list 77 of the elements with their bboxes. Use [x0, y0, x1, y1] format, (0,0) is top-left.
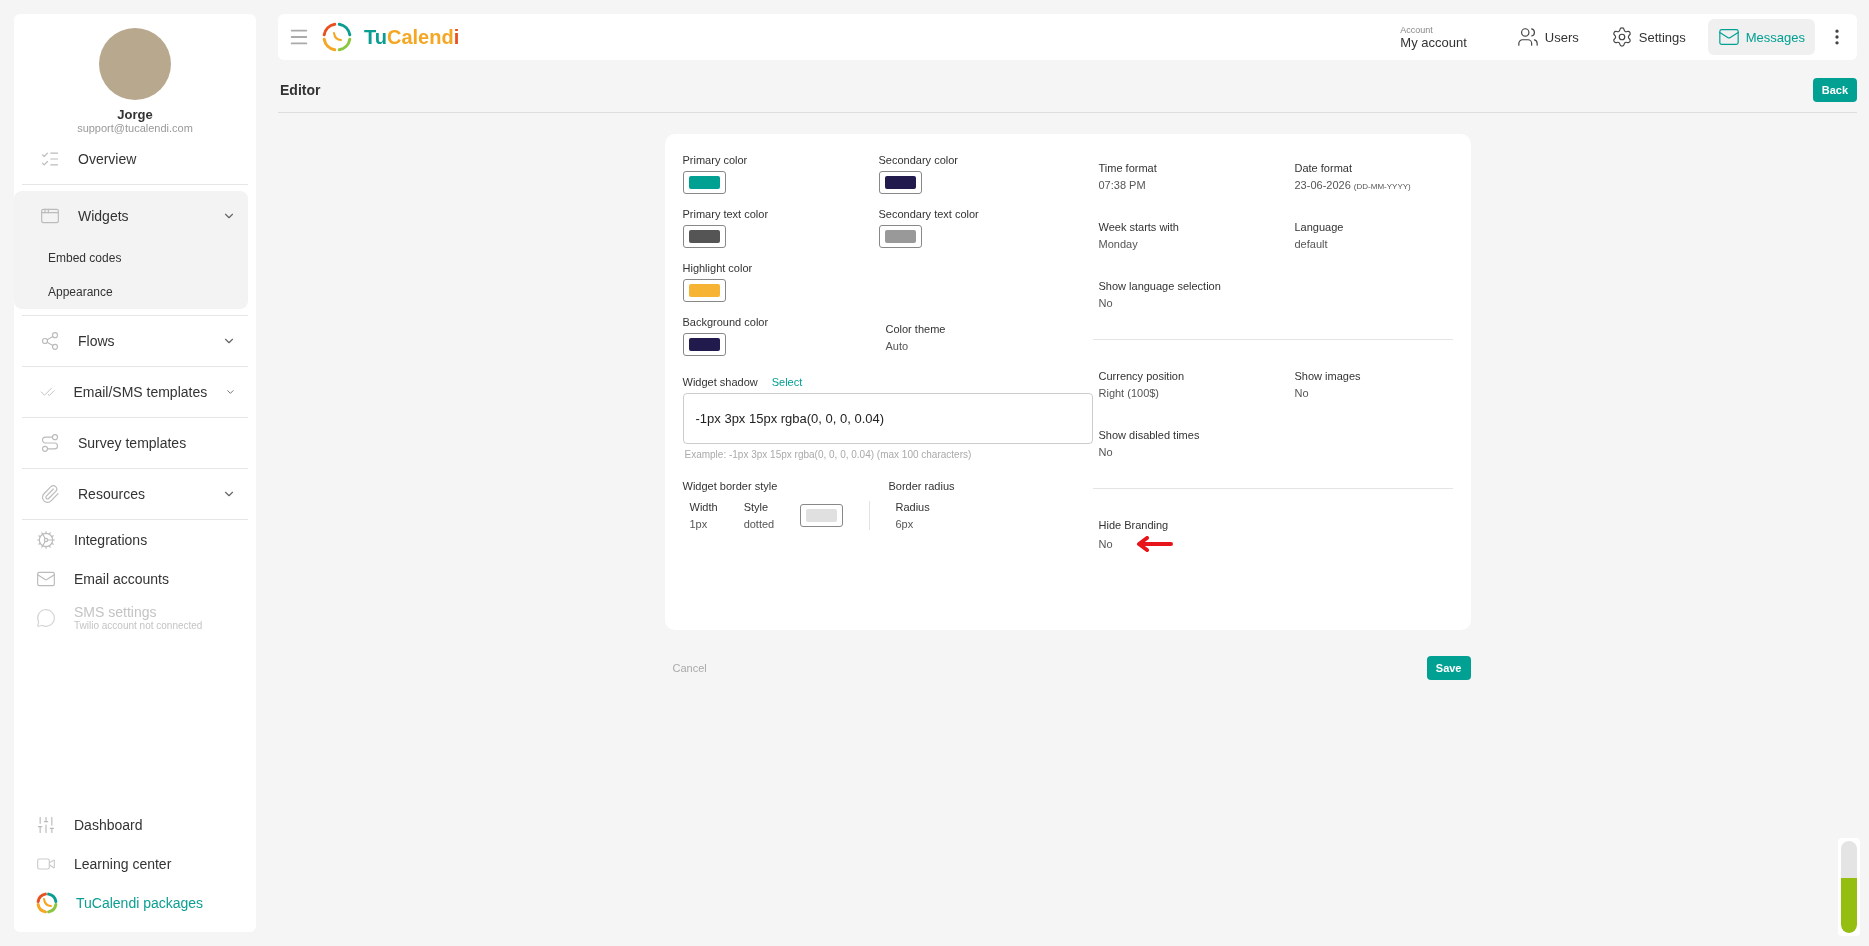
field-label: Highlight color: [682, 262, 754, 274]
color-swatch[interactable]: [878, 171, 922, 194]
sidebar-item[interactable]: Dashboard: [18, 805, 252, 844]
field-value: 6px: [895, 518, 915, 530]
field-value: Right (100$): [1098, 387, 1160, 399]
field-label: Date format: [1294, 162, 1353, 174]
sidebar-item[interactable]: Flows: [22, 316, 248, 366]
field-value: No: [1098, 297, 1113, 309]
field-value: No: [1294, 387, 1309, 399]
field-label: Border radius: [888, 480, 956, 492]
sidebar-item[interactable]: Integrations: [18, 520, 252, 559]
user-name: Jorge: [117, 107, 153, 122]
field-label: Radius: [895, 501, 930, 513]
field-label: Background color: [682, 316, 770, 328]
shadow-input[interactable]: -1px 3px 15px rgba(0, 0, 0, 0.04): [682, 393, 1093, 444]
sidebar-item-label: SMS settings: [74, 604, 158, 620]
field-value: 1px: [689, 518, 709, 530]
field-label: Secondary text color: [878, 208, 980, 220]
color-swatch[interactable]: [800, 504, 844, 527]
route-icon: [40, 433, 60, 453]
settings-icon: [1610, 26, 1633, 48]
settings-icon: [36, 529, 56, 550]
field-value: default: [1294, 238, 1328, 250]
field-label: Widget shadow: [682, 376, 758, 388]
field-label: Color theme: [885, 323, 947, 335]
color-swatch[interactable]: [682, 225, 726, 248]
account-caption: Account: [1400, 24, 1434, 35]
field-value: 23-06-2026 (DD-MM-YYYY): [1294, 179, 1411, 191]
sidebar-subitem[interactable]: Appearance: [22, 275, 248, 309]
paperclip-icon: [40, 484, 60, 504]
sidebar-item[interactable]: Resources: [22, 469, 248, 519]
window-icon: [40, 206, 60, 226]
field-label: Show language selection: [1098, 280, 1222, 292]
color-swatch[interactable]: [682, 279, 726, 302]
sidebar-item[interactable]: Email accounts: [18, 559, 252, 598]
field-value: Monday: [1098, 238, 1138, 250]
field-value: 07:38 PM: [1098, 179, 1146, 191]
brand-name: TuCalendi: [364, 25, 460, 49]
sidebar-item[interactable]: Survey templates: [22, 418, 248, 468]
field-label: Primary text color: [682, 208, 770, 220]
field-label: Time format: [1098, 162, 1158, 174]
logo-icon: [36, 891, 58, 914]
field-label: Width: [689, 501, 718, 513]
field-label: Language: [1294, 221, 1345, 233]
color-swatch[interactable]: [682, 171, 726, 194]
field-label: Widget border style: [682, 480, 779, 492]
field-label: Hide Branding: [1098, 519, 1170, 531]
chat-bubble-icon: [36, 607, 56, 628]
field-hint: Example: -1px 3px 15px rgba(0, 0, 0, 0.04) (max 100 characters): [683, 449, 973, 460]
sidebar-item[interactable]: Overview: [22, 134, 248, 184]
field-label: Show disabled times: [1098, 429, 1201, 441]
field-label: Week starts with: [1098, 221, 1180, 233]
sidebar-item[interactable]: Learning center: [18, 844, 252, 883]
user-email: support@tucalendi.com: [77, 122, 193, 134]
sidebar-item[interactable]: Widgets: [22, 191, 248, 241]
field-label: Style: [743, 501, 770, 513]
account-link[interactable]: My account: [1400, 34, 1467, 50]
color-swatch[interactable]: [878, 225, 922, 248]
sidebar-item[interactable]: Email/SMS templates: [22, 367, 248, 417]
sidebar-subitem[interactable]: Embed codes: [22, 241, 248, 275]
logo-icon: [322, 22, 352, 52]
field-value: Auto: [885, 340, 910, 352]
top-nav-item[interactable]: Users: [1506, 19, 1589, 55]
field-value: No: [1098, 538, 1113, 550]
color-swatch[interactable]: [682, 333, 726, 356]
mail-icon: [1717, 26, 1740, 48]
users-icon: [1516, 26, 1539, 48]
field-label: Secondary color: [878, 154, 959, 166]
top-nav-item[interactable]: Settings: [1600, 19, 1696, 55]
sliders-icon: [36, 814, 56, 835]
nodes-icon: [40, 331, 60, 351]
field-value: No: [1098, 446, 1113, 458]
field-label: Currency position: [1098, 370, 1186, 382]
field-label: Show images: [1294, 370, 1362, 382]
page-title: Editor: [280, 82, 321, 98]
field-label: Primary color: [682, 154, 749, 166]
field-value: dotted: [743, 518, 775, 530]
